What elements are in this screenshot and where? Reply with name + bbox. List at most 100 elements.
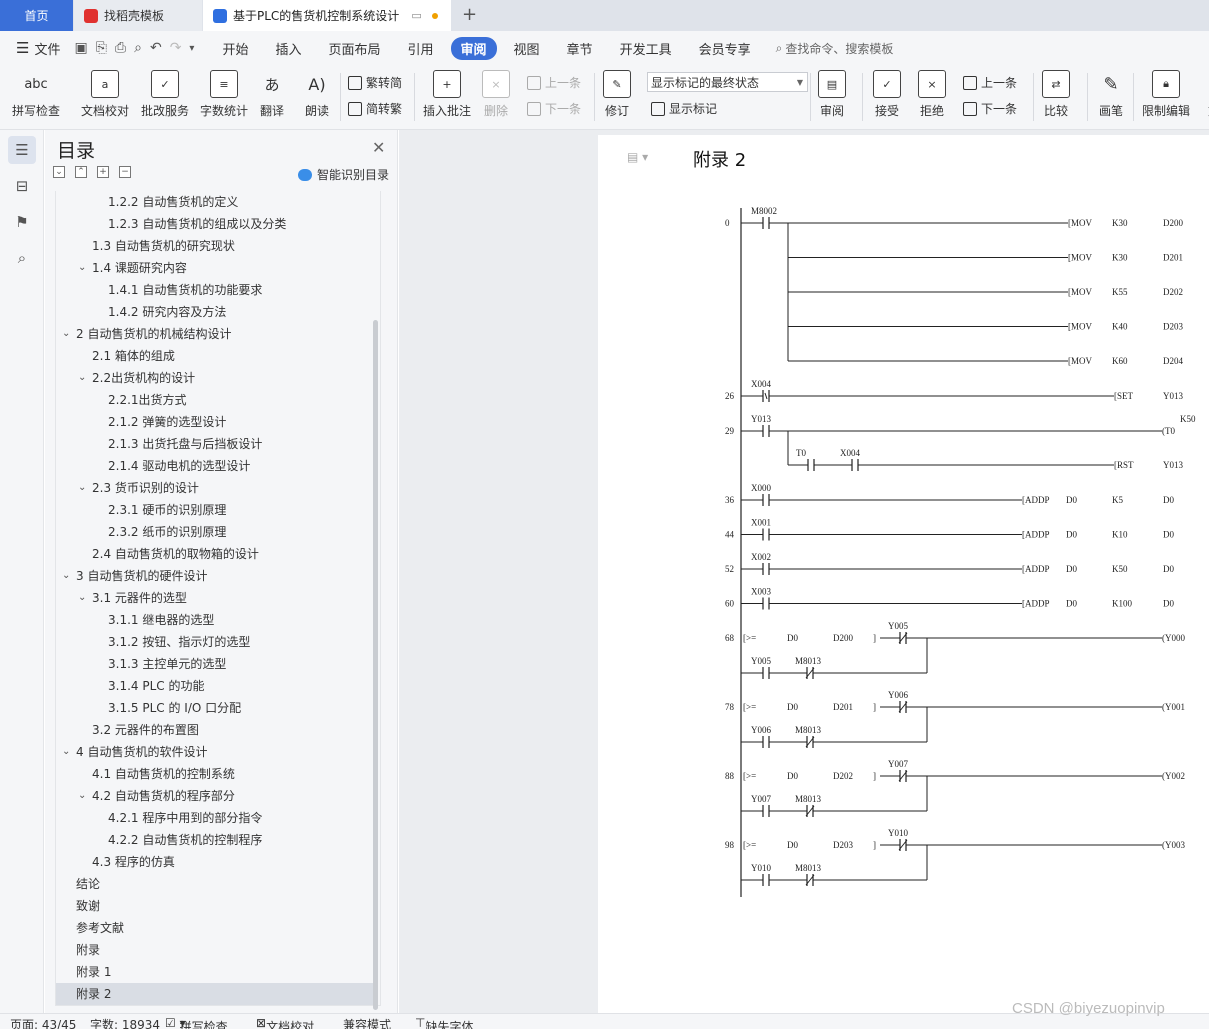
toc-item[interactable]: 2.1.2 弹簧的选型设计 — [56, 411, 374, 433]
doc-more-button[interactable]: 文 — [1200, 70, 1209, 119]
word-counter[interactable]: 字数: 18934 — [90, 1016, 160, 1029]
toc-item[interactable]: 2.4 自动售货机的取物箱的设计 — [56, 543, 374, 565]
toc-item[interactable]: 致谢 — [56, 895, 374, 917]
toc-scrollbar[interactable] — [373, 320, 378, 1010]
toc-item[interactable]: 3.1.1 继电器的选型 — [56, 609, 374, 631]
search-icon[interactable]: ⌕ — [8, 244, 36, 272]
prev-comment-button[interactable]: 上一条 — [527, 74, 581, 91]
toc-item[interactable]: ⌄ 3 自动售货机的硬件设计 — [56, 565, 374, 587]
pen-button[interactable]: ✎ 画笔 — [1097, 70, 1125, 119]
add-heading-icon[interactable]: + — [97, 166, 109, 178]
menu-item[interactable]: 页面布局 — [318, 37, 390, 60]
toc-item[interactable]: ⌄ 1.4 课题研究内容 — [56, 257, 374, 279]
toc-item[interactable]: 1.2.2 自动售货机的定义 — [56, 191, 374, 213]
toc-item[interactable]: 附录 1 — [56, 961, 374, 983]
toc-item[interactable]: 结论 — [56, 873, 374, 895]
page-layout-icon[interactable]: ▤ ▾ — [627, 150, 648, 164]
toc-item[interactable]: 2.1.4 驱动电机的选型设计 — [56, 455, 374, 477]
menu-item[interactable]: 引用 — [398, 37, 444, 60]
toc-item[interactable]: 4.2.1 程序中用到的部分指令 — [56, 807, 374, 829]
window-pin-icon[interactable]: ▭ — [411, 9, 421, 22]
chevron-down-icon[interactable]: ⌄ — [62, 741, 70, 763]
remove-heading-icon[interactable]: − — [119, 166, 131, 178]
export-pdf-icon[interactable]: ⎘ — [96, 40, 107, 56]
toc-item[interactable]: ⌄ 2.3 货币识别的设计 — [56, 477, 374, 499]
tab-home[interactable]: 首页 — [0, 0, 73, 31]
chevron-down-icon[interactable]: ⌄ — [78, 367, 86, 389]
chevron-down-icon[interactable]: ⌄ — [78, 257, 86, 279]
toc-item[interactable]: 2.1.3 出货托盘与后挡板设计 — [56, 433, 374, 455]
status-doc-proof[interactable]: ⊠ 文档校对 — [256, 1016, 314, 1029]
quick-access-dropdown-icon[interactable]: ▾ — [189, 43, 194, 54]
show-markup-button[interactable]: 显示标记 — [651, 100, 717, 117]
insert-comment-button[interactable]: + 插入批注 — [423, 70, 471, 119]
toc-item[interactable]: 2.2.1出货方式 — [56, 389, 374, 411]
bookmark-icon[interactable]: ⚑ — [8, 208, 36, 236]
collapse-down-icon[interactable]: ⌄ — [53, 166, 65, 178]
command-search[interactable]: ⌕ 查找命令、搜索模板 — [776, 40, 894, 57]
menu-item[interactable]: 插入 — [265, 37, 311, 60]
toc-item[interactable]: 1.4.2 研究内容及方法 — [56, 301, 374, 323]
restrict-edit-button[interactable]: 🔒︎ 限制编辑 — [1142, 70, 1190, 119]
toc-item[interactable]: ⌄ 4.2 自动售货机的程序部分 — [56, 785, 374, 807]
toc-item[interactable]: 2.3.1 硬币的识别原理 — [56, 499, 374, 521]
compare-button[interactable]: ⇄ 比较 — [1042, 70, 1070, 119]
toc-item[interactable]: ⌄ 2 自动售货机的机械结构设计 — [56, 323, 374, 345]
word-count-button[interactable]: ≡ 字数统计 — [200, 70, 248, 119]
menu-item[interactable]: 视图 — [504, 37, 550, 60]
chevron-down-icon[interactable]: ⌄ — [78, 785, 86, 807]
menu-item[interactable]: 开始 — [212, 37, 258, 60]
toc-item[interactable]: 1.3 自动售货机的研究现状 — [56, 235, 374, 257]
smart-toc-button[interactable]: 智能识别目录 — [298, 166, 389, 183]
toc-item[interactable]: 4.2.2 自动售货机的控制程序 — [56, 829, 374, 851]
status-spell-check[interactable]: ☑ 拼写检查 ▾ — [165, 1016, 228, 1029]
menu-item[interactable]: 章节 — [557, 37, 603, 60]
revise-service-button[interactable]: ✓ 批改服务 — [141, 70, 189, 119]
read-aloud-button[interactable]: A) 朗读 — [303, 70, 331, 119]
simp-to-trad-button[interactable]: 简转繁 — [348, 100, 402, 117]
markup-state-select[interactable]: 显示标记的最终状态 ▼ — [647, 72, 808, 92]
print-icon[interactable]: ⎙ — [115, 40, 126, 56]
translate-button[interactable]: あ 翻译 — [258, 70, 286, 119]
toc-item[interactable]: 3.2 元器件的布置图 — [56, 719, 374, 741]
undo-icon[interactable]: ↶ — [150, 40, 162, 56]
toc-item[interactable]: 参考文献 — [56, 917, 374, 939]
chevron-down-icon[interactable]: ⌄ — [62, 565, 70, 587]
toc-item[interactable]: ⌄ 4 自动售货机的软件设计 — [56, 741, 374, 763]
tab-template[interactable]: 找稻壳模板 — [74, 0, 202, 31]
section-nav-icon[interactable]: ⊟ — [8, 172, 36, 200]
tab-document[interactable]: 基于PLC的售货机控制系统设计 ▭ — [203, 0, 451, 31]
redo-icon[interactable]: ↷ — [170, 40, 182, 56]
save-icon[interactable]: ▣ — [74, 40, 87, 56]
toc-item[interactable]: 2.1 箱体的组成 — [56, 345, 374, 367]
new-tab-icon[interactable]: + — [462, 4, 477, 25]
menu-item[interactable]: 会员专享 — [689, 37, 761, 60]
track-changes-button[interactable]: ✎ 修订 — [603, 70, 631, 119]
menu-item[interactable]: 开发工具 — [610, 37, 682, 60]
collapse-up-icon[interactable]: ⌃ — [75, 166, 87, 178]
toc-item[interactable]: 附录 — [56, 939, 374, 961]
toc-item[interactable]: 4.3 程序的仿真 — [56, 851, 374, 873]
toc-item[interactable]: 3.1.2 按钮、指示灯的选型 — [56, 631, 374, 653]
reject-button[interactable]: × 拒绝 — [918, 70, 946, 119]
toc-item[interactable]: 附录 2 — [56, 983, 374, 1005]
close-icon[interactable]: ✕ — [372, 138, 385, 157]
toc-item[interactable]: ⌄ 2.2出货机构的设计 — [56, 367, 374, 389]
print-preview-icon[interactable]: ⌕ — [134, 40, 142, 56]
page-counter[interactable]: 页面: 43/45 — [10, 1016, 76, 1029]
toc-item[interactable]: 3.1.4 PLC 的功能 — [56, 675, 374, 697]
accept-button[interactable]: ✓ 接受 — [873, 70, 901, 119]
toc-panel-icon[interactable]: ☰ — [8, 136, 36, 164]
trad-to-simp-button[interactable]: 繁转简 — [348, 74, 402, 91]
chevron-down-icon[interactable]: ⌄ — [78, 477, 86, 499]
delete-comment-button[interactable]: × 删除 — [482, 70, 510, 119]
next-change-button[interactable]: 下一条 — [963, 100, 1017, 117]
toc-item[interactable]: 4.1 自动售货机的控制系统 — [56, 763, 374, 785]
review-pane-button[interactable]: ▤ 审阅 — [818, 70, 846, 119]
toc-item[interactable]: ⌄ 3.1 元器件的选型 — [56, 587, 374, 609]
chevron-down-icon[interactable]: ⌄ — [78, 587, 86, 609]
doc-proof-button[interactable]: a 文档校对 — [81, 70, 129, 119]
prev-change-button[interactable]: 上一条 — [963, 74, 1017, 91]
toc-item[interactable]: 3.1.5 PLC 的 I/O 口分配 — [56, 697, 374, 719]
toc-item[interactable]: 1.2.3 自动售货机的组成以及分类 — [56, 213, 374, 235]
